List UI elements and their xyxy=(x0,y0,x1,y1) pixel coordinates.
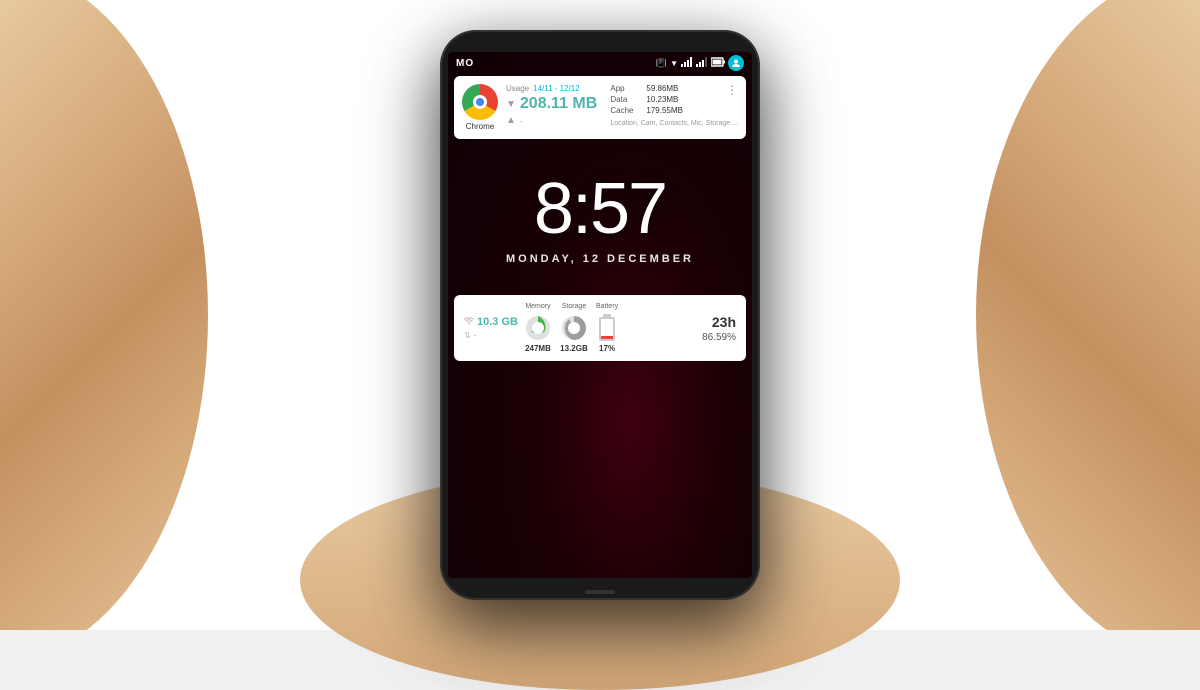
cache-row-value: 179.55MB xyxy=(646,106,682,115)
vibrate-icon: 📳 xyxy=(656,58,667,69)
wifi-data-amount: 10.3 GB xyxy=(477,316,518,328)
wifi-data-section: 10.3 GB ⇅ - xyxy=(464,316,518,340)
chrome-usage-widget[interactable]: Chrome Usage 14/11 - 12/12 ▼ 208.11 MB ▲… xyxy=(454,76,746,139)
usage-upload-row: ▲ - xyxy=(506,115,602,126)
chrome-logo-inner xyxy=(473,95,487,109)
battery-visual xyxy=(597,314,617,342)
battery-duration-hours: 23h xyxy=(712,314,736,330)
memory-value: 247MB xyxy=(525,344,551,353)
chrome-app-icon: Chrome xyxy=(462,84,498,131)
wifi-status-icon: ▼ xyxy=(670,59,678,68)
memory-stat: Memory 247MB xyxy=(524,303,552,353)
data-row: Data 10.23MB xyxy=(610,95,738,104)
storage-stat: Storage 13.2GB xyxy=(560,303,588,353)
data-row-value: 10.23MB xyxy=(646,95,678,104)
wifi-data-row: 10.3 GB xyxy=(464,316,518,328)
battery-value: 17% xyxy=(599,344,615,353)
clock-time: 8:57 xyxy=(448,173,752,245)
phone-screen: MO 📳 ▼ xyxy=(448,52,752,578)
storage-label: Storage xyxy=(562,303,587,310)
signal2-icon xyxy=(696,57,708,69)
usage-text-label: Usage xyxy=(506,84,529,93)
status-bar: MO 📳 ▼ xyxy=(448,52,752,72)
memory-storage-battery-section: Memory 247MB xyxy=(524,303,696,353)
data-row-label: Data xyxy=(610,95,640,104)
signal-icon xyxy=(681,57,693,69)
app-row: App 59.86MB xyxy=(610,84,738,93)
wifi-symbol-icon xyxy=(464,316,474,328)
upload-amount: - xyxy=(520,116,523,126)
usage-date: 14/11 - 12/12 xyxy=(533,84,580,93)
chrome-usage-main: Usage 14/11 - 12/12 ▼ 208.11 MB ▲ - xyxy=(506,84,602,126)
storage-value: 13.2GB xyxy=(560,344,588,353)
phone-frame: MO 📳 ▼ xyxy=(440,30,760,600)
transfer-dash: - xyxy=(474,330,477,340)
memory-pie-chart xyxy=(524,314,552,342)
scene: MO 📳 ▼ xyxy=(0,0,1200,630)
battery-stat: Battery 17% xyxy=(596,303,618,353)
permissions-text: Location, Cam, Contacts, Mic, Storage ..… xyxy=(610,119,738,128)
memory-label: Memory xyxy=(525,303,550,310)
app-row-label: App xyxy=(610,84,640,93)
app-row-value: 59.86MB xyxy=(646,84,678,93)
battery-duration-pct: 86.59% xyxy=(702,332,736,343)
carrier-text: MO xyxy=(456,58,474,69)
upload-arrow-icon: ▲ xyxy=(506,115,516,126)
battery-status-icon xyxy=(711,57,725,69)
status-icons-group: 📳 ▼ xyxy=(656,55,744,71)
battery-duration-section: 23h 86.59% xyxy=(702,314,736,343)
cache-row: Cache 179.55MB xyxy=(610,106,738,115)
chrome-app-details: App 59.86MB Data 10.23MB Cache 179.55MB … xyxy=(610,84,738,128)
battery-body xyxy=(599,317,615,341)
usage-header: Usage 14/11 - 12/12 xyxy=(506,84,602,93)
download-amount: 208.11 MB xyxy=(520,95,597,113)
avatar-icon[interactable] xyxy=(728,55,744,71)
battery-fill xyxy=(601,336,613,339)
battery-label: Battery xyxy=(596,303,618,310)
download-arrow-icon: ▼ xyxy=(506,99,516,110)
cache-row-label: Cache xyxy=(610,106,640,115)
clock-widget: 8:57 MONDAY, 12 DECEMBER xyxy=(448,143,752,275)
transfer-row: ⇅ - xyxy=(464,330,477,340)
storage-pie-chart xyxy=(560,314,588,342)
transfer-arrows-icon: ⇅ xyxy=(464,331,471,340)
usage-download-row: ▼ 208.11 MB xyxy=(506,95,602,113)
more-options-button[interactable]: ⋮ xyxy=(726,84,738,96)
home-button[interactable] xyxy=(585,590,615,594)
chrome-app-label: Chrome xyxy=(466,122,494,131)
system-stats-widget[interactable]: 10.3 GB ⇅ - Memory xyxy=(454,295,746,361)
chrome-logo xyxy=(462,84,498,120)
clock-date: MONDAY, 12 DECEMBER xyxy=(448,253,752,265)
